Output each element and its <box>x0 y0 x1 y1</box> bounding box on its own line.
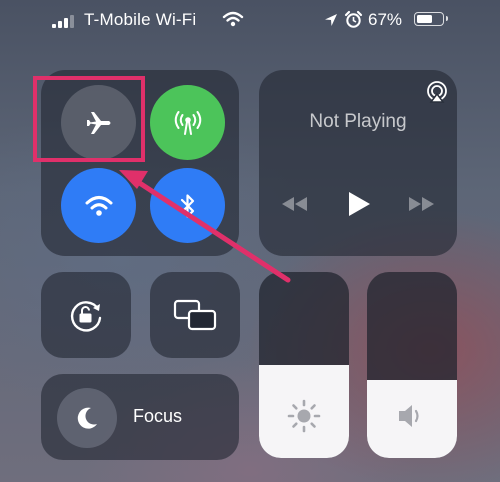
annotation-arrow <box>119 170 291 283</box>
